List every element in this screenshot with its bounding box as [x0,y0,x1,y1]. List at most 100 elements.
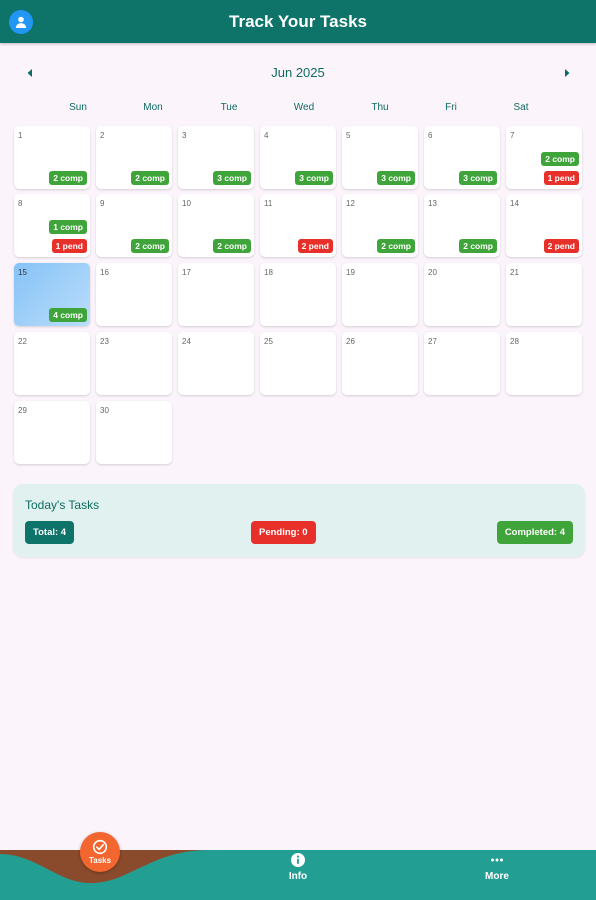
tab-tasks[interactable]: Tasks [80,832,120,872]
more-horizontal-icon [491,858,503,862]
check-circle-icon [92,839,108,855]
calendar-day[interactable]: 8 1 comp 1 pend [14,194,90,257]
completed-badge: 2 comp [459,239,497,253]
day-number: 27 [428,337,437,346]
day-number: 25 [264,337,273,346]
app-bar: Track Your Tasks [0,0,596,43]
calendar-day[interactable]: 5 3 comp [342,126,418,189]
weekday-label: Sun [69,102,87,113]
day-number: 8 [18,199,23,208]
day-number: 16 [100,268,109,277]
day-number: 22 [18,337,27,346]
calendar-day[interactable]: 9 2 comp [96,194,172,257]
day-number: 14 [510,199,519,208]
day-number: 1 [18,131,23,140]
calendar-day[interactable]: 16 [96,263,172,326]
summary-title: Today's Tasks [25,498,100,512]
completed-badge: 2 comp [131,171,169,185]
pending-badge: 2 pend [543,239,579,253]
completed-badge: 2 comp [541,152,579,166]
tab-label: Tasks [88,856,112,865]
calendar-day[interactable]: 3 3 comp [178,126,254,189]
page-title: Track Your Tasks [229,11,367,31]
day-number: 10 [182,199,191,208]
pending-badge: 1 pend [51,239,87,253]
completed-badge: 2 comp [213,239,251,253]
completed-badge: 2 comp [377,239,415,253]
completed-badge: 2 comp [131,239,169,253]
day-number: 12 [346,199,355,208]
completed-badge: 3 comp [213,171,251,185]
day-number: 9 [100,199,105,208]
day-number: 3 [182,131,187,140]
calendar-day[interactable]: 30 [96,401,172,464]
weekday-label: Wed [293,102,315,113]
tab-label: Info [288,871,308,882]
day-number: 4 [264,131,269,140]
weekday-label: Thu [371,102,389,113]
calendar-day[interactable]: 4 3 comp [260,126,336,189]
calendar-day[interactable]: 29 [14,401,90,464]
pending-badge: 1 pend [543,171,579,185]
calendar-day[interactable]: 19 [342,263,418,326]
day-number: 28 [510,337,519,346]
day-number: 29 [18,406,27,415]
person-icon[interactable] [9,10,33,34]
day-number: 6 [428,131,433,140]
calendar-day[interactable]: 25 [260,332,336,395]
calendar-day[interactable]: 26 [342,332,418,395]
day-number: 11 [264,199,273,208]
calendar-day[interactable]: 22 [14,332,90,395]
calendar-day[interactable]: 17 [178,263,254,326]
calendar-day[interactable]: 21 [506,263,582,326]
day-number: 7 [510,131,515,140]
pending-chip: Pending: 0 [251,521,316,544]
completed-badge: 4 comp [49,308,87,322]
weekday-label: Mon [143,102,163,113]
day-number: 18 [264,268,273,277]
calendar-day[interactable]: 24 [178,332,254,395]
day-number: 13 [428,199,437,208]
tab-info[interactable]: Info [268,852,328,892]
calendar-day-today[interactable]: 15 4 comp [14,263,90,326]
completed-badge: 3 comp [295,171,333,185]
calendar-day[interactable]: 11 2 pend [260,194,336,257]
calendar-day[interactable]: 20 [424,263,500,326]
calendar-day[interactable]: 13 2 comp [424,194,500,257]
completed-chip: Completed: 4 [496,521,573,544]
weekday-label: Fri [445,102,457,113]
total-chip: Total: 4 [25,521,75,544]
calendar-day[interactable]: 27 [424,332,500,395]
weekday-label: Sat [513,102,529,113]
day-number: 23 [100,337,109,346]
calendar-day[interactable]: 28 [506,332,582,395]
day-number: 5 [346,131,351,140]
day-number: 19 [346,268,355,277]
completed-badge: 3 comp [377,171,415,185]
completed-badge: 3 comp [459,171,497,185]
day-number: 20 [428,268,437,277]
calendar-day[interactable]: 12 2 comp [342,194,418,257]
calendar-day[interactable]: 6 3 comp [424,126,500,189]
pending-badge: 2 pend [297,239,333,253]
calendar-day[interactable]: 10 2 comp [178,194,254,257]
todays-tasks-card: Today's Tasks Total: 4 Pending: 0 Comple… [13,484,585,557]
calendar-day[interactable]: 18 [260,263,336,326]
calendar-day[interactable]: 7 2 comp 1 pend [506,126,582,189]
completed-badge: 1 comp [49,220,87,234]
day-number: 17 [182,268,191,277]
tab-label: More [485,871,509,882]
day-number: 2 [100,131,105,140]
calendar-day[interactable]: 23 [96,332,172,395]
calendar-day[interactable]: 14 2 pend [506,194,582,257]
calendar-day[interactable]: 1 2 comp [14,126,90,189]
weekday-header: Sun Mon Tue Wed Thu Fri Sat [0,102,596,116]
month-navigator: Jun 2025 [0,60,596,86]
tab-more[interactable]: More [467,852,527,892]
chevron-right-icon[interactable] [558,64,576,82]
day-number: 24 [182,337,191,346]
calendar-day[interactable]: 2 2 comp [96,126,172,189]
day-number: 30 [100,406,109,415]
completed-badge: 2 comp [49,171,87,185]
day-number: 21 [510,268,519,277]
